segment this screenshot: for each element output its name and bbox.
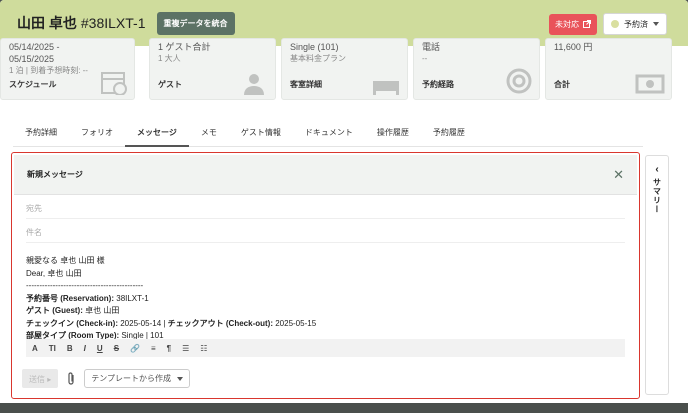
guest-name: 山田 卓也	[17, 15, 77, 31]
tab-reservation-details[interactable]: 予約詳細	[13, 121, 69, 147]
channel-card[interactable]: 電話 -- 予約経路	[413, 38, 540, 100]
reservation-line: 予約番号 (Reservation): 38ILXT-1	[26, 293, 149, 303]
card-value: 11,600 円	[554, 42, 593, 52]
card-value: Single (101)	[290, 42, 339, 52]
card-sub: --	[422, 54, 428, 63]
card-sub: 1 大人	[158, 54, 181, 63]
chevron-left-icon: ‹	[655, 164, 659, 175]
summary-label: サマリー	[652, 178, 662, 214]
message-header: 新規メッセージ ✕	[14, 155, 637, 195]
divider-line: ----------------------------------------…	[26, 281, 144, 290]
template-select[interactable]: テンプレートから作成	[84, 369, 191, 388]
guest-card[interactable]: 1 ゲスト合計 1 大人 ゲスト	[149, 38, 276, 100]
subject-field[interactable]: 件名	[26, 219, 625, 243]
card-label: ゲスト	[158, 80, 182, 89]
card-label: スケジュール	[9, 80, 57, 89]
bullet-list-button[interactable]: ☰	[182, 344, 189, 353]
card-label: 予約経路	[422, 80, 454, 89]
message-body-editor[interactable]: 親愛なる 卓也 山田 様 Dear, 卓也 山田 ---------------…	[26, 255, 625, 339]
card-label: 合計	[554, 80, 570, 89]
tab-folio[interactable]: フォリオ	[69, 121, 125, 147]
calendar-icon	[101, 72, 127, 95]
users-icon	[244, 74, 264, 95]
header-actions: 未対応 予約済	[549, 13, 667, 35]
status-label: 未対応	[555, 19, 579, 29]
backdrop	[0, 403, 688, 413]
paperclip-icon[interactable]	[66, 371, 76, 386]
chevron-down-icon	[177, 376, 184, 381]
font-size-button[interactable]: TI	[49, 344, 56, 353]
card-value: 1 ゲスト合計	[158, 42, 211, 52]
state-label: 予約済	[624, 19, 648, 29]
tab-notes[interactable]: メモ	[189, 121, 229, 147]
chevron-down-icon	[653, 22, 659, 26]
numbered-list-button[interactable]: ☷	[200, 344, 207, 353]
total-card[interactable]: 11,600 円 合計	[545, 38, 672, 100]
reservation-tabs: 予約詳細 フォリオ メッセージ メモ ゲスト情報 ドキュメント 操作履歴 予約履…	[13, 121, 643, 147]
card-sub: 基本料金プラン	[290, 54, 346, 63]
tab-guest-info[interactable]: ゲスト情報	[229, 121, 293, 147]
editor-toolbar: A TI B I U S 🔗 ≡ ¶ ☰ ☷	[26, 339, 625, 357]
italic-button[interactable]: I	[84, 344, 86, 353]
card-label: 客室詳細	[290, 80, 322, 89]
summary-sidebar-toggle[interactable]: ‹ サマリー	[645, 155, 669, 395]
card-value: 05/14/2025 -	[9, 42, 60, 52]
room-type-line: 部屋タイプ (Room Type): Single | 101	[26, 331, 164, 339]
card-value: 電話	[422, 42, 441, 52]
font-color-button[interactable]: A	[32, 344, 38, 353]
new-message-panel: 新規メッセージ ✕ 宛先 件名 親愛なる 卓也 山田 様 Dear, 卓也 山田…	[11, 152, 640, 399]
greeting-line: 親愛なる 卓也 山田 様	[26, 256, 105, 265]
template-label: テンプレートから作成	[91, 374, 172, 383]
page-title: 山田 卓也 #38ILXT-1	[17, 13, 146, 33]
to-field[interactable]: 宛先	[26, 195, 625, 219]
link-icon[interactable]: 🔗	[130, 344, 140, 353]
tab-documents[interactable]: ドキュメント	[293, 121, 365, 147]
state-dot-icon	[611, 20, 619, 28]
send-button[interactable]: 送信 ▸	[22, 369, 59, 388]
money-icon	[635, 74, 665, 94]
close-icon[interactable]: ✕	[613, 167, 624, 183]
reservation-id: #38ILXT-1	[80, 15, 146, 31]
greeting-line-en: Dear, 卓也 山田	[26, 268, 82, 278]
tab-messages[interactable]: メッセージ	[125, 121, 189, 147]
message-footer: 送信 ▸ テンプレートから作成	[22, 369, 191, 388]
guest-line: ゲスト (Guest): 卓也 山田	[26, 306, 120, 315]
underline-button[interactable]: U	[97, 344, 103, 353]
align-button[interactable]: ≡	[151, 344, 156, 353]
schedule-card[interactable]: 05/14/2025 - 05/15/2025 1 泊 | 到着予想時刻: --…	[0, 38, 135, 100]
target-icon	[506, 68, 532, 94]
strikethrough-button[interactable]: S	[114, 344, 119, 353]
bold-button[interactable]: B	[67, 344, 73, 353]
bed-icon	[373, 81, 399, 95]
status-button[interactable]: 未対応	[549, 13, 597, 35]
message-title: 新規メッセージ	[27, 170, 83, 179]
room-card[interactable]: Single (101) 基本料金プラン 客室詳細	[281, 38, 408, 100]
reservation-state-select[interactable]: 予約済	[603, 13, 667, 35]
card-value-2: 05/15/2025	[9, 54, 55, 64]
tab-activity-log[interactable]: 操作履歴	[365, 121, 421, 147]
summary-cards: 05/14/2025 - 05/15/2025 1 泊 | 到着予想時刻: --…	[0, 38, 688, 108]
tab-reservation-history[interactable]: 予約履歴	[421, 121, 477, 147]
external-link-icon	[583, 20, 591, 28]
merge-duplicates-button[interactable]: 重複データを統合	[156, 11, 235, 35]
checkin-line: チェックイン (Check-in): 2025-05-14 | チェックアウト …	[26, 318, 317, 328]
reservation-modal: 山田 卓也 #38ILXT-1 重複データを統合 未対応 予約済 05/14/20…	[0, 0, 688, 413]
paragraph-button[interactable]: ¶	[167, 344, 171, 353]
